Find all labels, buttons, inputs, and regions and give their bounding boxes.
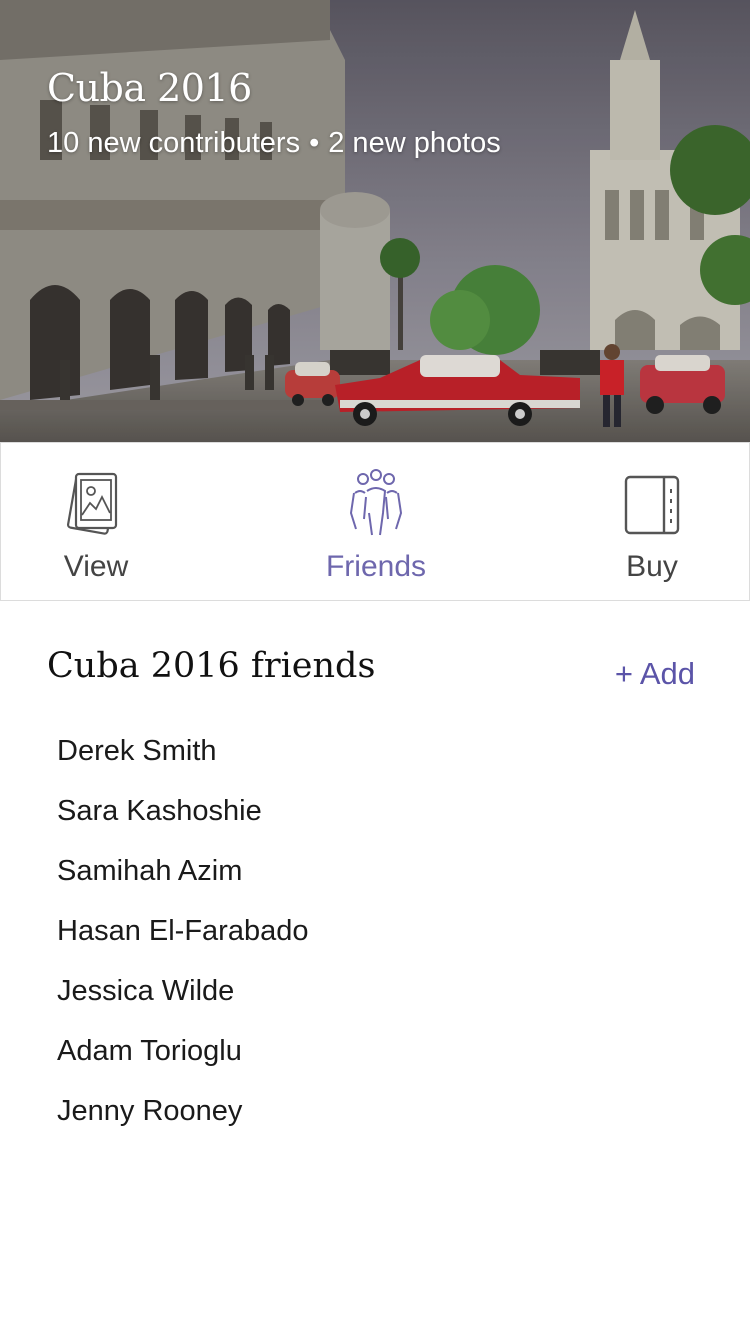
album-cover-photo[interactable]: Cuba 2016 10 new contributers • 2 new phot… xyxy=(0,0,750,442)
friends-list: Derek Smith Sara Kashoshie Samihah Azim … xyxy=(57,725,308,1145)
tab-view-label: View xyxy=(63,550,129,583)
friend-item[interactable]: Sara Kashoshie xyxy=(57,785,308,845)
friend-item[interactable]: Hasan El-Farabado xyxy=(57,905,308,965)
friends-icon xyxy=(346,469,406,544)
friend-item[interactable]: Jessica Wilde xyxy=(57,965,308,1025)
album-tab-bar: View Friends Buy xyxy=(0,442,750,601)
tab-friends[interactable]: Friends xyxy=(276,443,476,600)
tab-buy-label: Buy xyxy=(626,550,678,583)
contributors-count: 10 new contributers xyxy=(47,127,301,159)
tab-buy[interactable]: Buy xyxy=(552,443,750,600)
tab-friends-label: Friends xyxy=(325,550,427,583)
photos-count: 2 new photos xyxy=(328,127,501,159)
photos-icon xyxy=(66,469,126,544)
friend-item[interactable]: Samihah Azim xyxy=(57,845,308,905)
album-title: Cuba 2016 xyxy=(47,66,252,110)
album-stats: 10 new contributers • 2 new photos xyxy=(47,127,501,160)
friend-item[interactable]: Jenny Rooney xyxy=(57,1085,308,1145)
tab-view[interactable]: View xyxy=(0,443,196,600)
friends-heading: Cuba 2016 friends xyxy=(47,646,376,686)
add-friend-button[interactable]: + Add xyxy=(615,656,695,692)
friend-item[interactable]: Adam Torioglu xyxy=(57,1025,308,1085)
separator-dot: • xyxy=(309,127,320,159)
book-icon xyxy=(622,469,682,544)
friend-item[interactable]: Derek Smith xyxy=(57,725,308,785)
